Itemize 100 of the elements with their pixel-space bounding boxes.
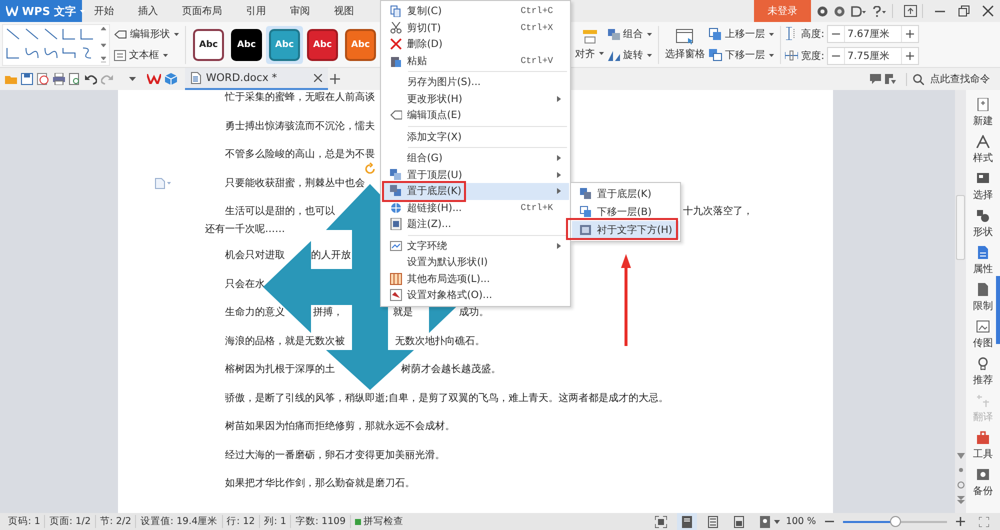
- menu-item[interactable]: 超链接(H)... Ctrl+K: [382, 200, 569, 216]
- align-button[interactable]: 对齐: [573, 24, 606, 64]
- gallery-scroll-icon[interactable]: [100, 26, 107, 64]
- undo-icon[interactable]: [85, 73, 97, 85]
- menu-item[interactable]: 置于底层(K): [572, 185, 679, 203]
- menu-tab[interactable]: 引用: [234, 0, 278, 22]
- sidebar-button[interactable]: 限制: [967, 283, 999, 320]
- menu-item[interactable]: 更改形状(H): [382, 90, 569, 107]
- menu-item-icon: [390, 38, 402, 50]
- help-icon[interactable]: [872, 6, 887, 16]
- status-text: 页码: 1: [4, 515, 46, 528]
- wps-logo-icon[interactable]: [147, 74, 161, 84]
- plus-icon: [906, 52, 914, 60]
- restore-icon[interactable]: [958, 5, 970, 17]
- dropdown-icon[interactable]: [774, 520, 780, 524]
- comment-icon[interactable]: [870, 74, 881, 84]
- skin-icon[interactable]: [817, 6, 828, 16]
- focus-mode-icon[interactable]: [654, 516, 667, 528]
- save-icon[interactable]: [21, 73, 33, 85]
- fullscreen-icon[interactable]: [979, 516, 989, 526]
- next-page-icon[interactable]: [956, 496, 964, 504]
- menu-tab[interactable]: 页面布局: [170, 0, 234, 22]
- menu-item[interactable]: 衬于文字下方(H): [572, 221, 679, 239]
- select-browse-icon[interactable]: [956, 481, 964, 489]
- dropdown-icon[interactable]: [129, 77, 136, 81]
- command-search-field[interactable]: 点此查找命令: [928, 72, 998, 86]
- menu-item[interactable]: 其他布局选项(L)...: [382, 270, 569, 287]
- menu-item[interactable]: 另存为图片(S)...: [382, 74, 569, 90]
- menu-tab[interactable]: 审阅: [278, 0, 322, 22]
- selection-pane-button[interactable]: 选择窗格: [663, 24, 707, 64]
- eye-protection-icon[interactable]: [758, 516, 771, 528]
- menu-item[interactable]: 删除(D): [382, 36, 569, 52]
- rotate-button[interactable]: 旋转: [606, 46, 654, 64]
- paragraph-text: 不管多么险峻的高山，总是为不畏: [225, 148, 375, 162]
- scrollbar-thumb[interactable]: [956, 195, 965, 260]
- menu-item[interactable]: 题注(Z)...: [382, 216, 569, 232]
- sidebar-button[interactable]: 新建: [967, 98, 999, 135]
- sidebar-button[interactable]: 形状: [967, 209, 999, 246]
- menu-tab[interactable]: 视图: [322, 0, 366, 22]
- document-tab[interactable]: WORD.docx *: [185, 68, 328, 90]
- page-view-icon[interactable]: [680, 516, 693, 528]
- export-pdf-icon[interactable]: [37, 73, 49, 85]
- menu-item[interactable]: 添加文字(X): [382, 128, 569, 145]
- paragraph-text: 机会只对进取: [225, 248, 285, 263]
- menu-item[interactable]: 编辑顶点(E): [382, 107, 569, 124]
- edit-shape-button[interactable]: 编辑形状: [112, 25, 181, 43]
- group-button[interactable]: 组合: [606, 25, 654, 43]
- menu-tab[interactable]: 插入: [126, 0, 170, 22]
- web-view-icon[interactable]: [732, 516, 745, 528]
- settings-icon[interactable]: [834, 6, 845, 16]
- align-icon: [582, 28, 596, 44]
- zoom-slider[interactable]: [843, 516, 947, 527]
- cube-icon[interactable]: [165, 73, 177, 85]
- browse-object-icon[interactable]: [956, 466, 964, 474]
- bring-forward-icon: [709, 28, 722, 40]
- paragraph-marker-icon[interactable]: [155, 178, 171, 189]
- previous-page-icon[interactable]: [956, 453, 964, 459]
- share-icon[interactable]: [885, 74, 896, 84]
- shape-height-label: 高度:: [801, 28, 824, 40]
- menu-item[interactable]: 组合(G): [382, 150, 569, 166]
- send-backward-button[interactable]: 下移一层: [707, 46, 776, 64]
- app-menu-button[interactable]: WPS 文字: [0, 0, 82, 22]
- outline-view-icon[interactable]: [706, 516, 719, 528]
- shortcut-text: Ctrl+X: [520, 22, 553, 33]
- sidebar-button[interactable]: 推荐: [967, 357, 999, 394]
- menu-item[interactable]: 文字环绕: [382, 238, 569, 254]
- menu-item[interactable]: 设置为默认形状(I): [382, 254, 569, 270]
- zoom-in-icon[interactable]: [956, 517, 965, 526]
- sidebar-button[interactable]: 工具: [967, 431, 999, 468]
- menu-item[interactable]: 剪切(T) Ctrl+X: [382, 20, 569, 36]
- new-tab-icon[interactable]: [330, 74, 340, 84]
- menu-item[interactable]: 下移一层(B): [572, 203, 679, 221]
- shortcut-text: Ctrl+K: [520, 202, 553, 213]
- print-preview-icon[interactable]: [69, 73, 81, 85]
- sidebar-button[interactable]: 属性: [967, 246, 999, 283]
- shape-height-field[interactable]: 7.67厘米: [827, 24, 920, 42]
- sidebar-button[interactable]: 样式: [967, 135, 999, 172]
- menu-item[interactable]: 粘贴 Ctrl+V: [382, 52, 569, 69]
- rotate-handle-icon[interactable]: [365, 162, 375, 174]
- print-icon[interactable]: [53, 73, 65, 85]
- sidebar-button[interactable]: 传图: [967, 320, 999, 357]
- feedback-icon[interactable]: [851, 6, 866, 16]
- text-box-button[interactable]: 文本框: [112, 46, 181, 64]
- caret-icon: [769, 54, 774, 56]
- menu-item[interactable]: 置于底层(K): [382, 183, 569, 200]
- status-text: 行: 12: [222, 515, 260, 528]
- shape-width-field[interactable]: 7.75厘米: [827, 46, 920, 64]
- menu-tab[interactable]: 开始: [82, 0, 126, 22]
- menu-item[interactable]: 置于顶层(U): [382, 166, 569, 183]
- sidebar-button[interactable]: 选择: [967, 172, 999, 209]
- menu-item[interactable]: 设置对象格式(O)...: [382, 287, 569, 304]
- minimize-ribbon-icon[interactable]: [904, 5, 917, 17]
- close-icon[interactable]: [314, 74, 322, 82]
- menu-item[interactable]: 复制(C) Ctrl+C: [382, 3, 569, 20]
- sidebar-button[interactable]: 备份: [967, 468, 999, 505]
- close-icon[interactable]: [982, 5, 994, 17]
- shape-width-icon: [785, 49, 798, 62]
- sidebar-icon: [976, 172, 990, 185]
- bring-forward-button[interactable]: 上移一层: [707, 25, 776, 43]
- spell-check-status[interactable]: 拼写检查: [350, 515, 408, 528]
